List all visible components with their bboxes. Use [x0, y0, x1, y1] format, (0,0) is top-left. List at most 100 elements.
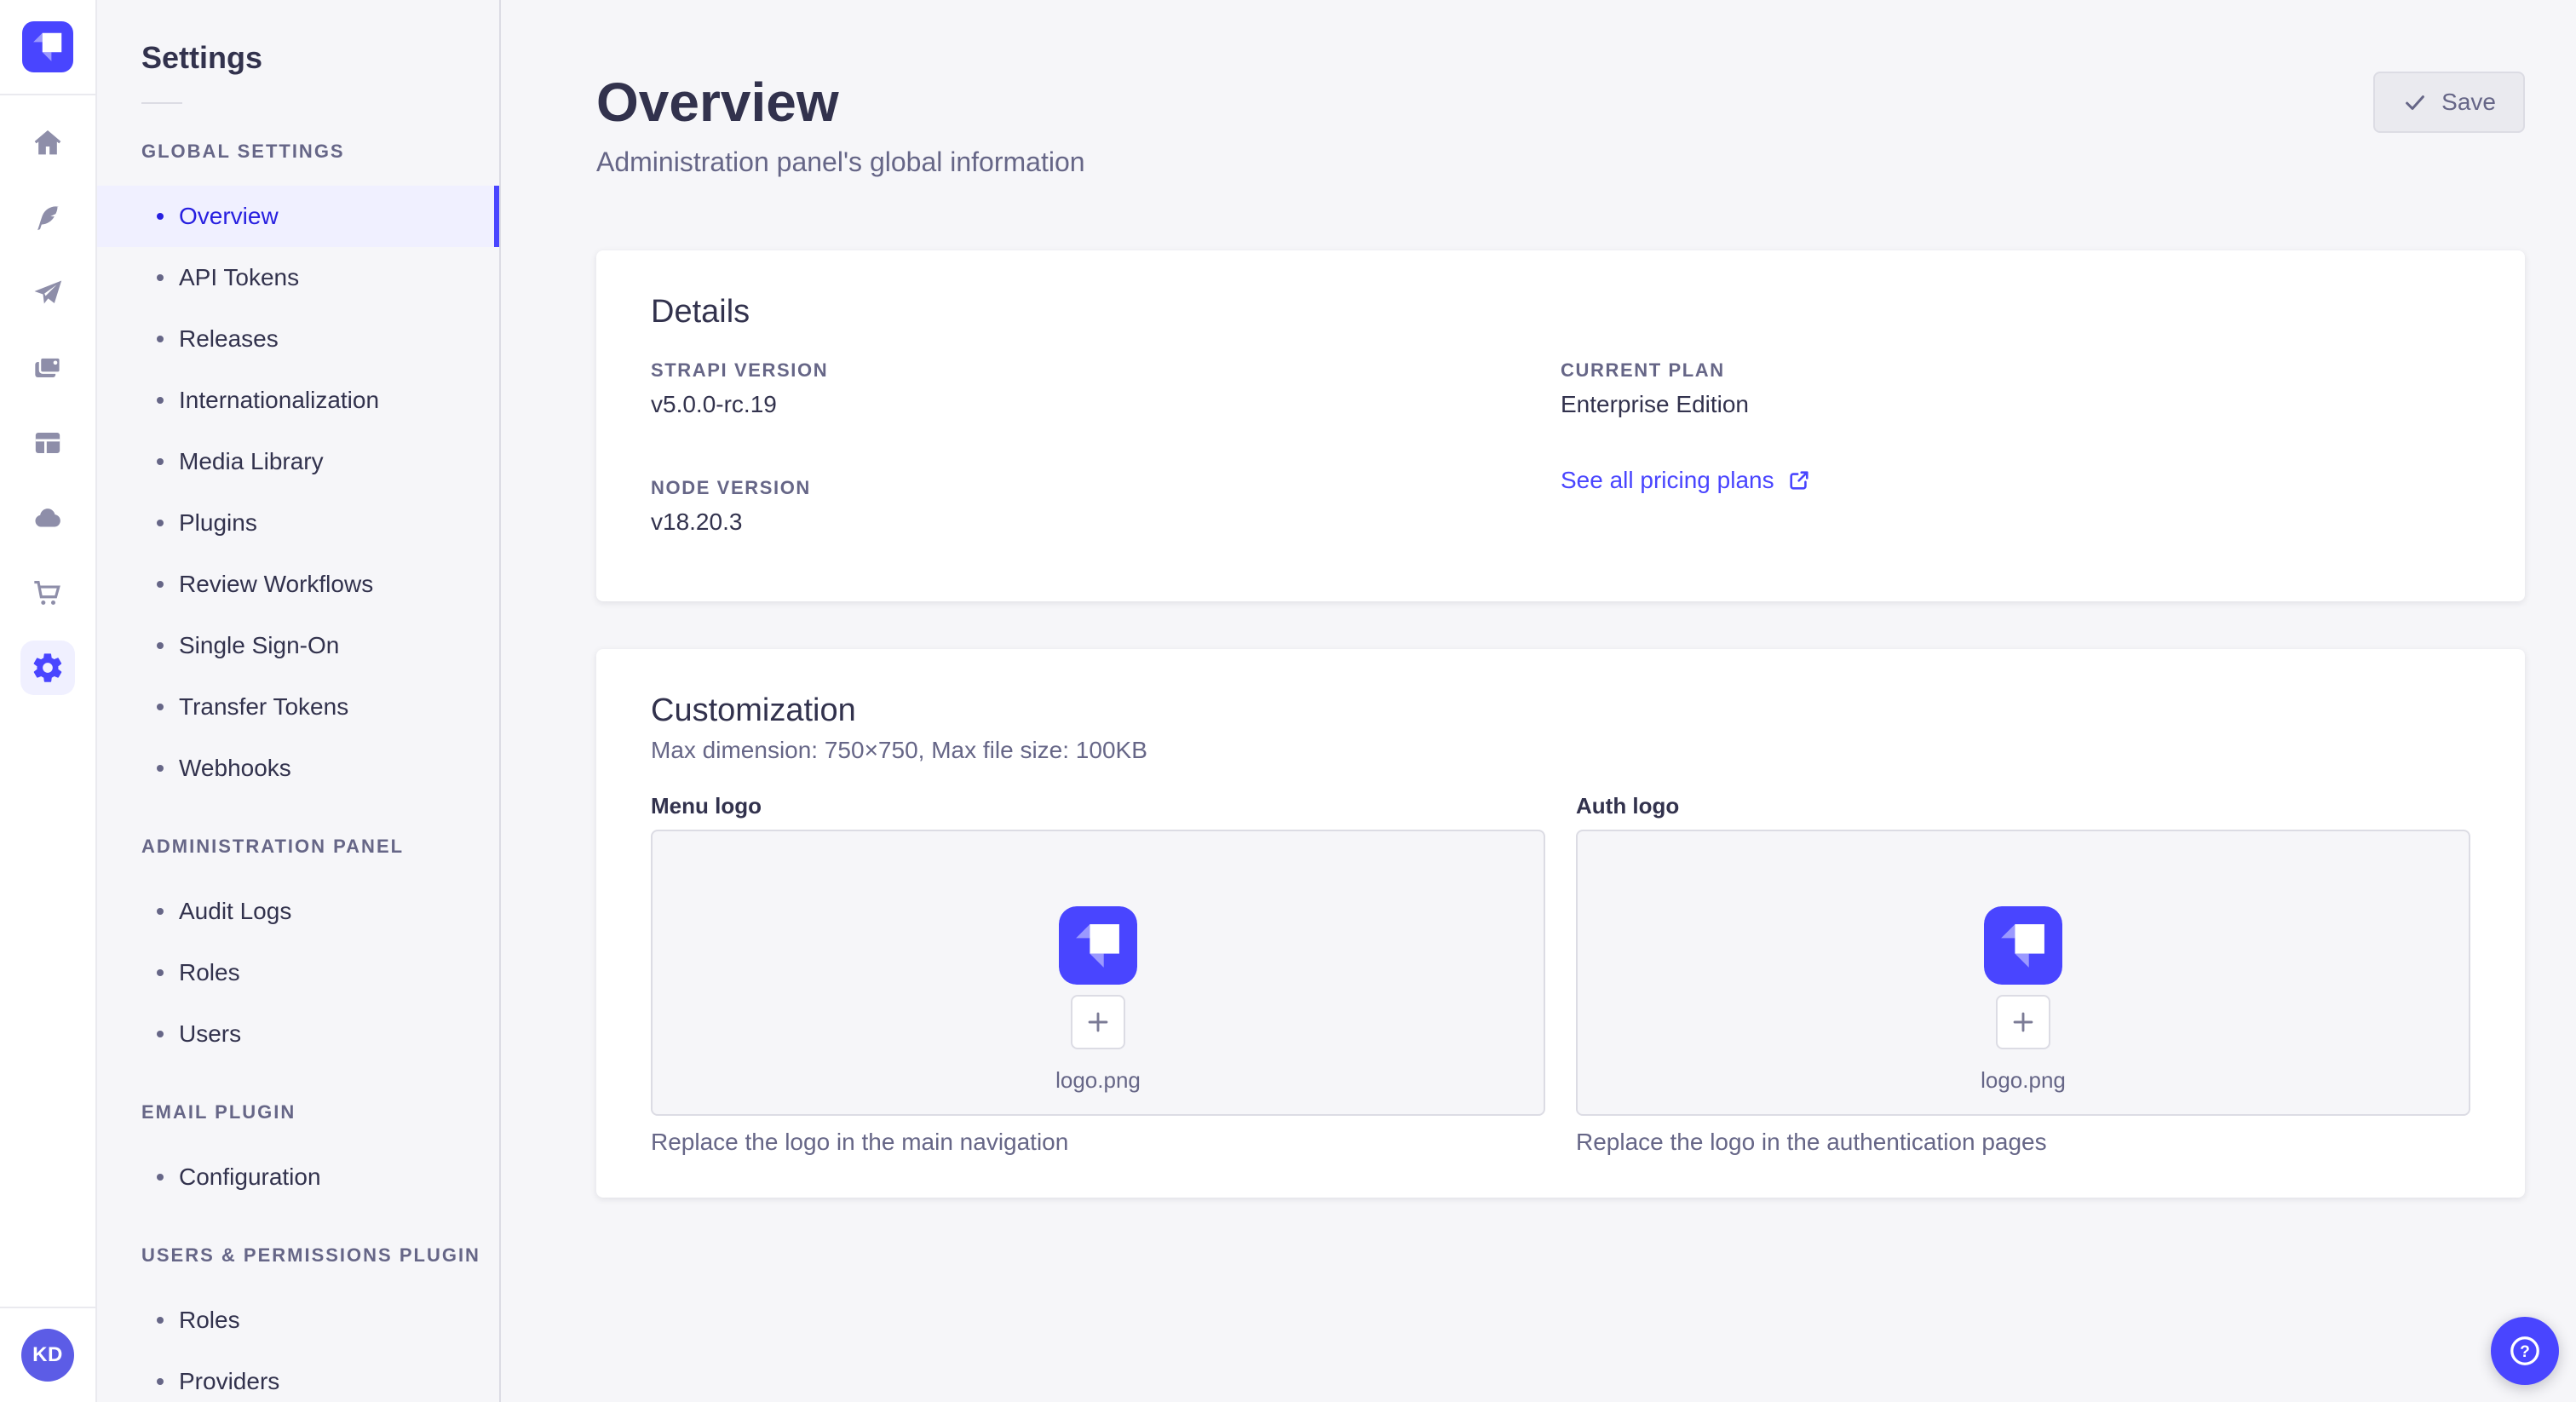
add-menu-logo-button[interactable] [1071, 995, 1125, 1049]
bullet-icon [157, 213, 164, 220]
nav-item-label: Plugins [179, 509, 257, 536]
svg-text:?: ? [2520, 1343, 2530, 1361]
node-version-field: NODE VERSION v18.20.3 [651, 477, 1561, 537]
sidebar-footer: KD [0, 1307, 95, 1402]
page-header-text: Overview Administration panel's global i… [596, 72, 1085, 179]
settings-nav-item-audit-logs[interactable]: Audit Logs [97, 881, 499, 942]
content-type-builder-icon[interactable] [0, 405, 95, 480]
settings-nav-title: Settings [141, 40, 263, 75]
settings-nav-item-up-roles[interactable]: Roles [97, 1290, 499, 1351]
nav-item-label: Media Library [179, 448, 324, 474]
cloud-icon-graphic [35, 509, 60, 527]
current-plan-field: CURRENT PLAN Enterprise Edition [1561, 359, 2470, 419]
settings-nav-item-admin-users[interactable]: Users [97, 1003, 499, 1065]
nav-item-label: Providers [179, 1368, 280, 1394]
nav-section-users-permissions-plugin: USERS & PERMISSIONS PLUGIN Roles Provide… [97, 1245, 499, 1402]
strapi-admin-app: KD Settings GLOBAL SETTINGS Overview API… [0, 0, 2576, 1402]
details-grid: STRAPI VERSION v5.0.0-rc.19 NODE VERSION… [651, 359, 2470, 560]
details-heading: Details [651, 294, 750, 330]
nav-item-label: Roles [179, 959, 240, 985]
user-avatar[interactable]: KD [21, 1329, 74, 1382]
menu-logo-filename: logo.png [1055, 1067, 1141, 1093]
save-button-label: Save [2441, 89, 2496, 115]
page-subtitle: Administration panel's global informatio… [596, 147, 1085, 177]
settings-nav-item-overview[interactable]: Overview [97, 186, 499, 247]
strapi-version-field: STRAPI VERSION v5.0.0-rc.19 [651, 359, 1561, 419]
nav-section-label: EMAIL PLUGIN [141, 1101, 296, 1123]
bullet-icon [157, 969, 164, 976]
bullet-icon [157, 1378, 164, 1385]
settings-nav-item-plugins[interactable]: Plugins [97, 492, 499, 554]
send-icon[interactable] [0, 256, 95, 330]
nav-item-label: Audit Logs [179, 898, 292, 924]
details-card: Details STRAPI VERSION v5.0.0-rc.19 NODE… [596, 250, 2525, 601]
feather-icon[interactable] [0, 181, 95, 256]
media-library-icon[interactable] [0, 330, 95, 405]
settings-nav-item-webhooks[interactable]: Webhooks [97, 738, 499, 799]
page-title: Overview [596, 72, 839, 133]
customization-grid: Menu logo logo.png Replace the logo in t… [651, 792, 2470, 1157]
bullet-icon [157, 642, 164, 649]
help-question-icon: ? [2510, 1336, 2539, 1365]
auth-logo-filename: logo.png [1981, 1067, 2066, 1093]
marketplace-cart-icon-graphic [34, 581, 60, 605]
main-content: Overview Administration panel's global i… [501, 0, 2576, 1402]
feather-icon-graphic [37, 206, 60, 231]
menu-logo-label: Menu logo [651, 793, 762, 819]
nav-item-label: Single Sign-On [179, 632, 340, 658]
nav-section-email-plugin: EMAIL PLUGIN Configuration [97, 1102, 499, 1208]
auth-logo-caption: Replace the logo in the authentication p… [1576, 1129, 2047, 1155]
nav-section-administration-panel: ADMINISTRATION PANEL Audit Logs Roles Us… [97, 836, 499, 1065]
menu-logo-caption: Replace the logo in the main navigation [651, 1129, 1069, 1155]
cloud-icon[interactable] [0, 480, 95, 555]
settings-nav-item-api-tokens[interactable]: API Tokens [97, 247, 499, 308]
customization-card: Customization Max dimension: 750×750, Ma… [596, 649, 2525, 1198]
settings-sub-nav: Settings GLOBAL SETTINGS Overview API To… [97, 0, 501, 1402]
settings-nav-item-review-workflows[interactable]: Review Workflows [97, 554, 499, 615]
main-icon-sidebar: KD [0, 0, 97, 1402]
save-button[interactable]: Save [2373, 72, 2525, 133]
settings-nav-item-admin-roles[interactable]: Roles [97, 942, 499, 1003]
settings-nav-divider [141, 102, 182, 104]
settings-nav-item-transfer-tokens[interactable]: Transfer Tokens [97, 676, 499, 738]
settings-active-highlight [20, 641, 75, 695]
bullet-icon [157, 458, 164, 465]
help-button[interactable]: ? [2491, 1317, 2559, 1385]
nav-item-label: API Tokens [179, 264, 300, 290]
auth-logo-box: logo.png [1576, 830, 2470, 1116]
page-header: Overview Administration panel's global i… [596, 72, 2525, 179]
nav-item-label: Users [179, 1020, 242, 1047]
strapi-version-label: STRAPI VERSION [651, 359, 829, 381]
media-library-icon-graphic [35, 356, 62, 377]
nav-section-label: USERS & PERMISSIONS PLUGIN [141, 1244, 480, 1266]
settings-nav-item-single-sign-on[interactable]: Single Sign-On [97, 615, 499, 676]
bullet-icon [157, 336, 164, 342]
bullet-icon [157, 704, 164, 710]
strapi-version-value: v5.0.0-rc.19 [651, 391, 777, 417]
nav-item-label: Releases [179, 325, 279, 352]
sidebar-icon-list [0, 106, 95, 705]
strapi-logo[interactable] [0, 0, 95, 95]
home-icon[interactable] [0, 106, 95, 181]
send-icon-graphic [34, 280, 62, 304]
nav-item-label: Review Workflows [179, 571, 374, 597]
settings-nav-item-media-library[interactable]: Media Library [97, 431, 499, 492]
menu-logo-field: Menu logo logo.png Replace the logo in t… [651, 792, 1545, 1157]
marketplace-cart-icon[interactable] [0, 555, 95, 630]
bullet-icon [157, 581, 164, 588]
check-icon [2406, 95, 2425, 110]
add-auth-logo-button[interactable] [1996, 995, 2050, 1049]
settings-nav-item-releases[interactable]: Releases [97, 308, 499, 370]
nav-item-label: Configuration [179, 1164, 321, 1190]
settings-nav-item-email-configuration[interactable]: Configuration [97, 1146, 499, 1208]
node-version-value: v18.20.3 [651, 509, 743, 535]
settings-nav-item-internationalization[interactable]: Internationalization [97, 370, 499, 431]
nav-item-label: Roles [179, 1307, 240, 1333]
plus-icon [2013, 1012, 2033, 1032]
settings-nav-item-up-providers[interactable]: Providers [97, 1351, 499, 1402]
settings-gear-icon[interactable] [0, 630, 95, 705]
nav-item-label: Overview [179, 203, 279, 229]
node-version-label: NODE VERSION [651, 477, 811, 498]
details-left-column: STRAPI VERSION v5.0.0-rc.19 NODE VERSION… [651, 359, 1561, 560]
pricing-plans-link[interactable]: See all pricing plans [1561, 467, 1810, 494]
